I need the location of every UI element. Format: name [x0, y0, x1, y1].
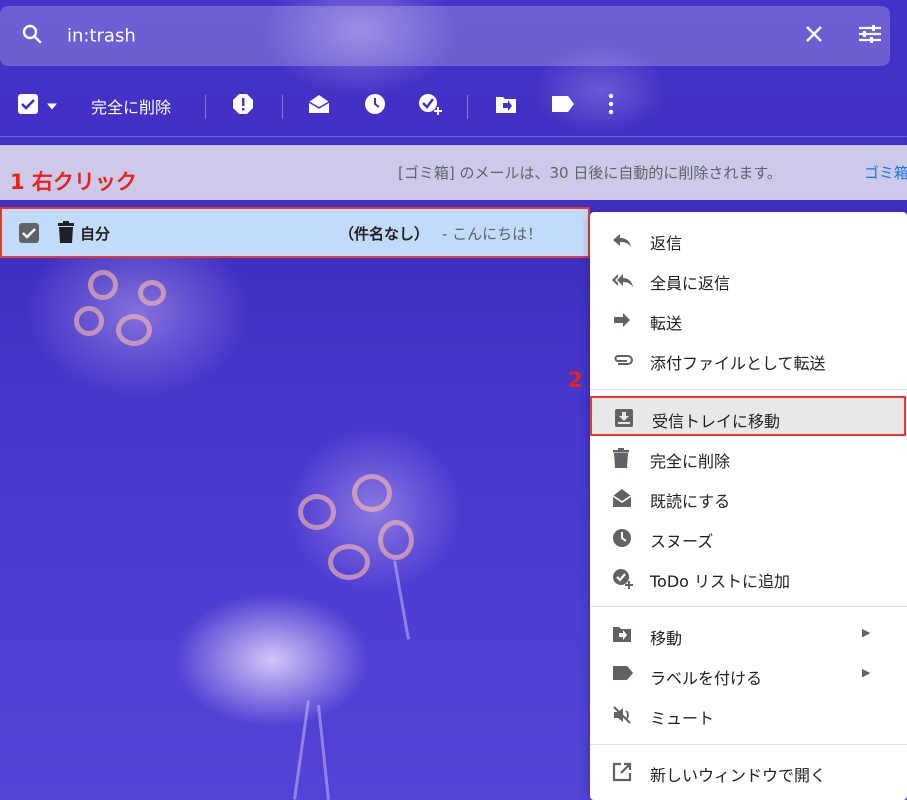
menu-divider [590, 744, 907, 745]
more-options-icon[interactable] [608, 93, 614, 119]
menu-item-open-new-window[interactable]: 新しいウィンドウで開く [590, 752, 907, 792]
menu-item-label-as[interactable]: ラベルを付ける ▶ [590, 655, 907, 695]
email-subject: （件名なし） [339, 225, 430, 243]
menu-item-add-to-tasks[interactable]: ToDo リストに追加 [590, 558, 907, 598]
menu-item-mark-read[interactable]: 既読にする [590, 478, 907, 518]
email-snippet: - こんにちは！ [442, 225, 543, 243]
close-icon[interactable] [802, 22, 826, 50]
trash-icon [57, 221, 75, 247]
empty-trash-link[interactable]: ゴミ箱 [864, 162, 907, 183]
label-icon [612, 665, 633, 685]
menu-item-label: ミュート [650, 709, 715, 728]
search-bar[interactable]: in:trash [0, 6, 890, 66]
menu-item-label: 既読にする [650, 492, 731, 511]
menu-item-snooze[interactable]: スヌーズ [590, 518, 907, 558]
search-icon[interactable] [20, 22, 44, 50]
mute-icon [612, 705, 632, 725]
trash-notice-text: [ゴミ箱] のメールは、30 日後に自動的に削除されます。 [398, 164, 782, 182]
menu-divider [590, 389, 907, 390]
menu-item-label: ToDo リストに追加 [650, 572, 791, 591]
submenu-arrow-icon: ▶ [862, 666, 871, 679]
menu-item-label: 受信トレイに移動 [652, 412, 781, 431]
mark-read-icon [612, 488, 632, 508]
reply-icon [612, 230, 632, 250]
menu-item-label: 転送 [650, 314, 683, 333]
chevron-down-icon[interactable] [46, 96, 58, 115]
trash-icon [612, 448, 632, 468]
label-icon[interactable] [551, 95, 575, 117]
menu-item-forward-as-attachment[interactable]: 添付ファイルとして転送 [590, 340, 907, 380]
annotation-step-2: 2 [568, 368, 583, 392]
search-options-icon[interactable] [857, 22, 883, 50]
email-row[interactable]: 自分 （件名なし） - こんにちは！ [0, 207, 590, 258]
move-to-icon[interactable] [495, 94, 517, 118]
toolbar: 完全に削除 [0, 75, 907, 137]
clock-icon [612, 528, 632, 548]
toolbar-divider [467, 95, 468, 119]
menu-item-label: 移動 [650, 629, 683, 648]
menu-item-label: 全員に返信 [650, 274, 731, 293]
menu-item-label: 返信 [650, 234, 683, 253]
search-input[interactable]: in:trash [67, 26, 136, 47]
add-task-icon [612, 568, 633, 589]
toolbar-divider [205, 95, 206, 119]
annotation-step-1: 1 右クリック [10, 170, 137, 194]
add-task-icon[interactable] [418, 92, 444, 120]
open-in-new-icon [612, 762, 632, 782]
reply-all-icon [612, 270, 633, 290]
delete-forever-button[interactable]: 完全に削除 [91, 94, 171, 118]
select-all-checkbox[interactable] [17, 93, 39, 119]
menu-item-mute[interactable]: ミュート [590, 695, 907, 735]
menu-item-label: 完全に削除 [650, 452, 731, 471]
row-checkbox[interactable] [19, 223, 39, 243]
forward-icon [612, 310, 632, 330]
menu-item-reply-all[interactable]: 全員に返信 [590, 260, 907, 300]
move-to-inbox-icon [614, 408, 634, 428]
snooze-clock-icon[interactable] [364, 93, 386, 119]
menu-divider [590, 606, 907, 607]
menu-item-reply[interactable]: 返信 [590, 220, 907, 260]
report-spam-icon[interactable] [232, 93, 254, 119]
context-menu: 返信 全員に返信 転送 添付ファイルとして転送 受信トレイに移動 完全に削除 既… [590, 212, 907, 800]
menu-item-move-to[interactable]: 移動 ▶ [590, 615, 907, 655]
menu-item-label: ラベルを付ける [650, 669, 763, 688]
toolbar-divider [282, 95, 283, 119]
submenu-arrow-icon: ▶ [862, 626, 871, 639]
menu-item-label: 新しいウィンドウで開く [650, 766, 827, 785]
menu-item-delete-forever[interactable]: 完全に削除 [590, 438, 907, 478]
menu-item-move-to-inbox[interactable]: 受信トレイに移動 [590, 396, 906, 436]
menu-item-forward[interactable]: 転送 [590, 300, 907, 340]
mark-read-icon[interactable] [308, 94, 330, 118]
attachment-icon [612, 350, 633, 370]
email-sender: 自分 [80, 225, 111, 243]
menu-item-label: スヌーズ [650, 532, 714, 551]
move-to-icon [612, 625, 632, 645]
menu-item-label: 添付ファイルとして転送 [650, 354, 826, 373]
